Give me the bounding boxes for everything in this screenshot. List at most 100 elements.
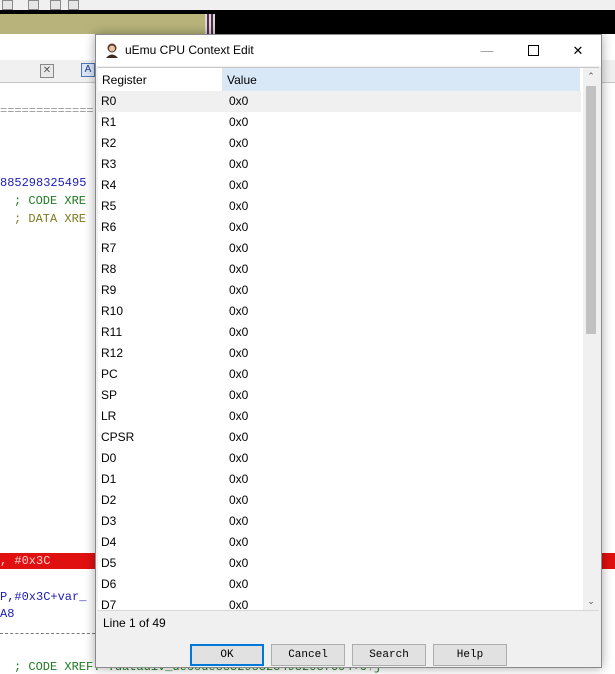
register-value-cell[interactable]: 0x0 — [229, 598, 248, 610]
register-name-cell: D1 — [101, 472, 117, 486]
table-row[interactable]: R9 0x0 — [98, 280, 581, 301]
column-header-register[interactable]: Register — [98, 68, 223, 91]
ok-button[interactable]: OK — [190, 644, 264, 666]
code-stack-operand[interactable]: P,#0x3C+var_ — [0, 590, 86, 604]
toolbar-icon[interactable] — [68, 0, 79, 10]
table-row[interactable]: R2 0x0 — [98, 133, 581, 154]
table-body: R0 0x0 R1 0x0 R2 0x0 R3 0x0 R4 0x0 R5 0x0 R6 0x0 R7 0x0… — [98, 91, 581, 610]
register-value-cell[interactable]: 0x0 — [229, 304, 248, 318]
register-name-cell: D7 — [101, 598, 117, 610]
table-row[interactable]: LR 0x0 — [98, 406, 581, 427]
table-row[interactable]: R5 0x0 — [98, 196, 581, 217]
close-tab-icon[interactable]: ✕ — [40, 64, 54, 78]
register-name-cell: R3 — [101, 157, 117, 171]
red-line-text: , #0x3C — [0, 554, 51, 568]
register-name-cell: PC — [101, 367, 118, 381]
register-name-cell: R0 — [101, 94, 117, 108]
table-row[interactable]: D0 0x0 — [98, 448, 581, 469]
table-row[interactable]: CPSR 0x0 — [98, 427, 581, 448]
table-row[interactable]: R8 0x0 — [98, 259, 581, 280]
search-button[interactable]: Search — [352, 644, 426, 666]
register-name-cell: R7 — [101, 241, 117, 255]
table-row[interactable]: D6 0x0 — [98, 574, 581, 595]
table-row[interactable]: D7 0x0 — [98, 595, 581, 610]
data-xref-comment[interactable]: ; DATA XRE — [14, 212, 86, 226]
register-value-cell[interactable]: 0x0 — [229, 136, 248, 150]
register-name-cell: R10 — [101, 304, 124, 318]
register-value-cell[interactable]: 0x0 — [229, 94, 248, 108]
register-value-cell[interactable]: 0x0 — [229, 283, 248, 297]
register-value-cell[interactable]: 0x0 — [229, 430, 248, 444]
register-value-cell[interactable]: 0x0 — [229, 367, 248, 381]
scroll-down-arrow-icon[interactable]: ⌄ — [583, 593, 599, 610]
table-row[interactable]: R0 0x0 — [98, 91, 581, 112]
table-row[interactable]: R10 0x0 — [98, 301, 581, 322]
toolbar-icon[interactable] — [2, 0, 13, 10]
register-name-cell: R1 — [101, 115, 117, 129]
cancel-button[interactable]: Cancel — [271, 644, 345, 666]
register-name-cell: LR — [101, 409, 117, 423]
tab-a-icon[interactable]: A — [81, 63, 95, 77]
scroll-up-arrow-icon[interactable]: ⌃ — [583, 68, 599, 85]
navigation-band[interactable] — [0, 10, 615, 34]
table-row[interactable]: R6 0x0 — [98, 217, 581, 238]
register-value-cell[interactable]: 0x0 — [229, 346, 248, 360]
code-separator: ============= — [0, 104, 94, 118]
register-value-cell[interactable]: 0x0 — [229, 388, 248, 402]
register-name-cell: R11 — [101, 325, 123, 339]
register-value-cell[interactable]: 0x0 — [229, 577, 248, 591]
register-value-cell[interactable]: 0x0 — [229, 157, 248, 171]
table-row[interactable]: D5 0x0 — [98, 553, 581, 574]
table-row[interactable]: D1 0x0 — [98, 469, 581, 490]
register-value-cell[interactable]: 0x0 — [229, 241, 248, 255]
register-name-cell: R12 — [101, 346, 124, 360]
table-row[interactable]: R3 0x0 — [98, 154, 581, 175]
register-value-cell[interactable]: 0x0 — [229, 556, 248, 570]
uemu-app-icon — [106, 43, 118, 58]
register-name-cell: R5 — [101, 199, 117, 213]
scrollbar-thumb[interactable] — [586, 86, 596, 334]
register-value-cell[interactable]: 0x0 — [229, 409, 248, 423]
code-xref-comment[interactable]: ; CODE XRE — [14, 194, 86, 208]
dialog-titlebar[interactable]: uEmu CPU Context Edit — ✕ — [96, 35, 601, 66]
register-value-cell[interactable]: 0x0 — [229, 493, 248, 507]
register-name-cell: R4 — [101, 178, 117, 192]
table-row[interactable]: R4 0x0 — [98, 175, 581, 196]
vertical-scrollbar[interactable]: ⌃ ⌄ — [583, 68, 599, 610]
register-name-cell: D3 — [101, 514, 117, 528]
table-row[interactable]: D4 0x0 — [98, 532, 581, 553]
register-value-cell[interactable]: 0x0 — [229, 325, 248, 339]
table-row[interactable]: R11 0x0 — [98, 322, 581, 343]
register-table[interactable]: Register Value R0 0x0 R1 0x0 R2 0x0 R3 0x0 R4 0x0… — [98, 67, 599, 610]
table-row[interactable]: R12 0x0 — [98, 343, 581, 364]
navigation-band-cursor — [205, 14, 215, 34]
register-value-cell[interactable]: 0x0 — [229, 178, 248, 192]
table-row[interactable]: PC 0x0 — [98, 364, 581, 385]
toolbar-icon[interactable] — [28, 0, 39, 10]
register-name-cell: D0 — [101, 451, 117, 465]
register-value-cell[interactable]: 0x0 — [229, 220, 248, 234]
toolbar-icon[interactable] — [50, 0, 61, 10]
register-name-cell: R9 — [101, 283, 117, 297]
column-header-value[interactable]: Value — [223, 68, 580, 91]
register-value-cell[interactable]: 0x0 — [229, 262, 248, 276]
code-address-ref[interactable]: 885298325495 — [0, 176, 86, 190]
table-row[interactable]: R1 0x0 — [98, 112, 581, 133]
minimize-button[interactable]: — — [464, 35, 510, 66]
register-value-cell[interactable]: 0x0 — [229, 514, 248, 528]
register-value-cell[interactable]: 0x0 — [229, 451, 248, 465]
register-value-cell[interactable]: 0x0 — [229, 472, 248, 486]
register-value-cell[interactable]: 0x0 — [229, 115, 248, 129]
close-button[interactable]: ✕ — [555, 35, 601, 66]
background-toolbar — [0, 0, 615, 10]
help-button[interactable]: Help — [433, 644, 507, 666]
register-value-cell[interactable]: 0x0 — [229, 199, 248, 213]
table-row[interactable]: SP 0x0 — [98, 385, 581, 406]
table-row[interactable]: D3 0x0 — [98, 511, 581, 532]
maximize-button[interactable] — [510, 35, 556, 66]
table-row[interactable]: R7 0x0 — [98, 238, 581, 259]
code-a8-operand[interactable]: A8 — [0, 607, 14, 621]
register-value-cell[interactable]: 0x0 — [229, 535, 248, 549]
table-row[interactable]: D2 0x0 — [98, 490, 581, 511]
register-name-cell: D5 — [101, 556, 117, 570]
